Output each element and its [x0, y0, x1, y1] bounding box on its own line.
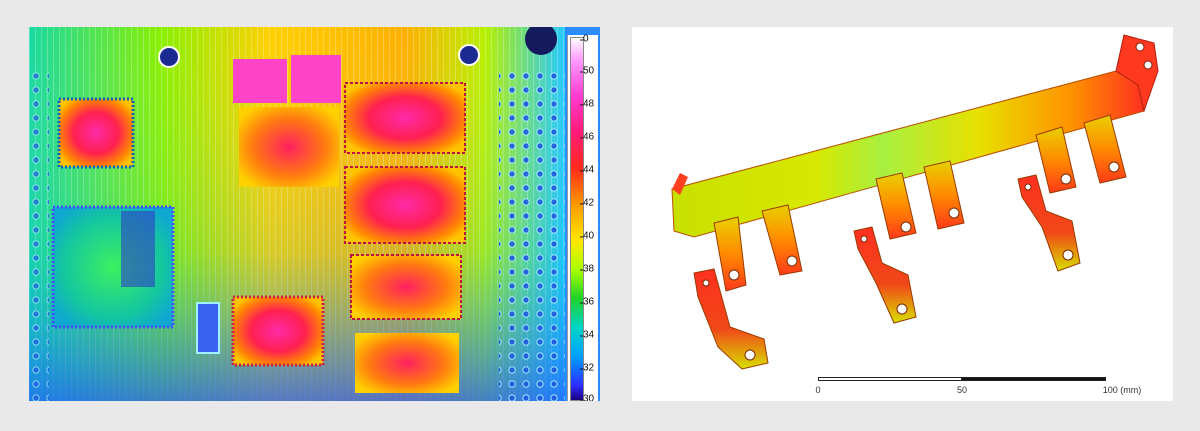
scale-bar-segment — [962, 377, 1106, 381]
temperature-color-scale: 0 50 48 46 44 42 40 38 36 34 32 30 — [567, 33, 598, 401]
scale-bar-segment — [818, 377, 962, 381]
color-scale-tick: 30 — [579, 394, 594, 401]
thermal-image-panel: 0 50 48 46 44 42 40 38 36 34 32 30 — [29, 27, 600, 401]
busbar-bracket-model — [671, 34, 1159, 370]
color-scale-tick: 40 — [579, 230, 595, 242]
color-scale-tick: 50 — [579, 65, 595, 77]
color-scale-tick: 34 — [579, 329, 595, 341]
color-scale-gradient — [570, 37, 584, 401]
scale-label: 50 — [956, 385, 968, 395]
fea-simulation-panel: 0 50 100 (mm) — [632, 27, 1173, 401]
color-scale-tick: 32 — [579, 362, 595, 374]
scale-label: 100 (mm) — [1102, 385, 1142, 395]
length-scale-bar — [818, 377, 1106, 382]
color-scale-tick: 0 — [580, 33, 589, 45]
color-scale-tick: 48 — [579, 98, 595, 110]
scale-label: 0 — [815, 385, 821, 395]
color-scale-tick: 36 — [579, 296, 595, 308]
color-scale-tick: 42 — [579, 197, 595, 209]
color-scale-tick: 44 — [579, 164, 595, 176]
color-scale-tick: 38 — [579, 263, 595, 275]
thermal-board-image — [29, 27, 565, 401]
color-scale-tick: 46 — [579, 131, 595, 143]
